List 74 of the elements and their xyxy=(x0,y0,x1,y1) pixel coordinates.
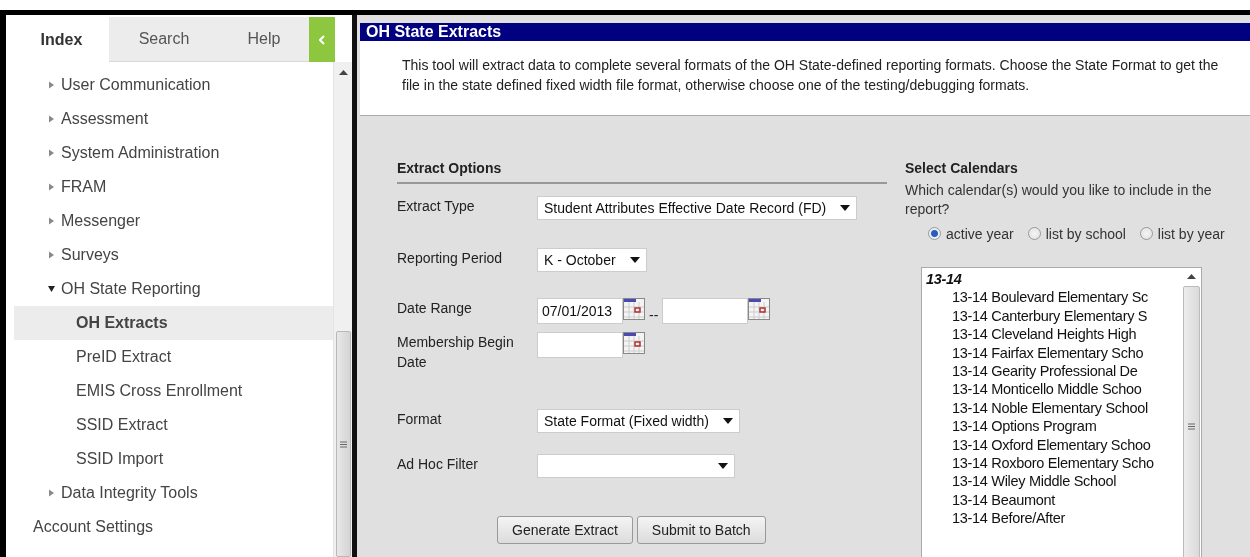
list-item[interactable]: 13-14 Beaumont xyxy=(926,490,1181,510)
tree-folder[interactable]: FRAM xyxy=(14,170,333,204)
grip-icon xyxy=(339,440,347,448)
tree-item[interactable]: OH Extracts xyxy=(14,306,333,340)
dropdown[interactable] xyxy=(537,454,735,478)
tree-folder[interactable]: System Administration xyxy=(14,136,333,170)
list-item[interactable]: 13-14 Gearity Professional De xyxy=(926,362,1181,381)
list-item[interactable]: 13-14 Cleveland Heights High xyxy=(926,325,1181,344)
dropdown[interactable]: K - October xyxy=(537,248,647,272)
tree-item[interactable]: Account Settings xyxy=(14,510,333,544)
calendar-icon[interactable] xyxy=(623,332,645,354)
field-label: Format xyxy=(397,410,443,429)
list-item[interactable]: 13-14 Boulevard Elementary Sc xyxy=(926,288,1181,307)
tree-folder[interactable]: Messenger xyxy=(14,204,333,238)
date-input[interactable]: 07/01/2013 xyxy=(537,298,623,324)
caret-icon xyxy=(722,418,733,424)
radio-option[interactable]: list by year xyxy=(1139,226,1225,242)
tree-item[interactable]: PreID Extract xyxy=(14,340,333,374)
caret-icon xyxy=(840,205,851,211)
scrollbar-thumb[interactable] xyxy=(1182,286,1200,557)
sidebar-tab[interactable]: Help xyxy=(219,17,309,62)
calendar-icon[interactable] xyxy=(748,298,771,320)
caret-icon xyxy=(718,463,728,469)
scroll-up-icon[interactable] xyxy=(338,70,348,75)
list-group-header: 13-14 xyxy=(926,270,963,289)
list-item[interactable]: 13-14 Monticello Middle Schoo xyxy=(926,380,1181,399)
tree-folder[interactable]: User Communication xyxy=(14,68,333,102)
list-item[interactable]: 13-14 Wiley Middle School xyxy=(926,472,1181,491)
tree-folder[interactable]: OH State Reporting xyxy=(14,272,333,306)
radio-button[interactable] xyxy=(928,227,941,240)
description-text: This tool will extract data to complete several formats of the OH State-defined reporting formats. Choose the State Format to get the file in the state defined fixed width file format, otherwise choose one of the testing/debugging formats. xyxy=(402,57,1219,93)
tree-item[interactable]: SSID Extract xyxy=(14,408,333,442)
action-button[interactable]: Generate Extract xyxy=(497,516,633,544)
list-item[interactable]: 13-14 Fairfax Elementary Scho xyxy=(926,343,1181,363)
tree-folder[interactable]: Data Integrity Tools xyxy=(14,476,333,510)
calendar-list[interactable] xyxy=(921,267,1202,557)
dropdown[interactable]: State Format (Fixed width) xyxy=(537,409,740,433)
grip-icon xyxy=(1187,422,1195,430)
list-item[interactable]: 13-14 Options Program xyxy=(926,417,1181,436)
tree-item[interactable]: SSID Import xyxy=(14,442,333,476)
tree-item[interactable]: EMIS Cross Enrollment xyxy=(14,374,333,408)
list-item[interactable]: 13-14 Canterbury Elementary S xyxy=(926,306,1181,326)
radio-button[interactable] xyxy=(1027,227,1041,240)
dropdown[interactable]: Student Attributes Effective Date Record (FD) xyxy=(537,196,858,220)
list-item[interactable]: 13-14 Before/After xyxy=(926,509,1181,528)
scroll-up-icon[interactable] xyxy=(1186,274,1196,279)
date-input[interactable] xyxy=(662,298,749,324)
chevron-left-icon xyxy=(319,34,325,45)
field-label: Extract Type xyxy=(397,197,476,216)
caret-icon xyxy=(629,257,640,263)
date-input[interactable] xyxy=(537,332,623,358)
calendar-icon[interactable] xyxy=(623,298,645,320)
radio-button[interactable] xyxy=(1139,227,1153,240)
scrollbar[interactable] xyxy=(333,62,352,557)
field-label: Membership Begin Date xyxy=(397,333,515,372)
list-item[interactable]: 13-14 Roxboro Elementary Scho xyxy=(926,454,1181,473)
section-title: Select Calendars xyxy=(905,160,1019,176)
radio-option[interactable]: active year xyxy=(928,226,1014,242)
collapse-button[interactable] xyxy=(309,17,335,62)
field-label: Ad Hoc Filter xyxy=(397,455,479,474)
field-label: Date Range xyxy=(397,299,473,318)
page-title: OH State Extracts xyxy=(360,23,1250,41)
field-label: Reporting Period xyxy=(397,249,504,268)
scrollbar-thumb[interactable] xyxy=(335,331,351,557)
range-separator: -- xyxy=(649,307,659,323)
sidebar-tab[interactable]: Search xyxy=(109,17,219,62)
question-text: Which calendar(s) would you like to include in the report? xyxy=(905,181,1213,219)
radio-option[interactable]: list by school xyxy=(1027,226,1126,242)
tree-folder[interactable]: Assessment xyxy=(14,102,333,136)
list-item[interactable]: 13-14 Noble Elementary School xyxy=(926,398,1181,418)
list-item[interactable]: 13-14 Oxford Elementary Schoo xyxy=(926,435,1181,455)
section-title: Extract Options xyxy=(397,156,887,184)
tree-folder[interactable]: Surveys xyxy=(14,238,333,272)
action-button[interactable]: Submit to Batch xyxy=(636,516,766,544)
